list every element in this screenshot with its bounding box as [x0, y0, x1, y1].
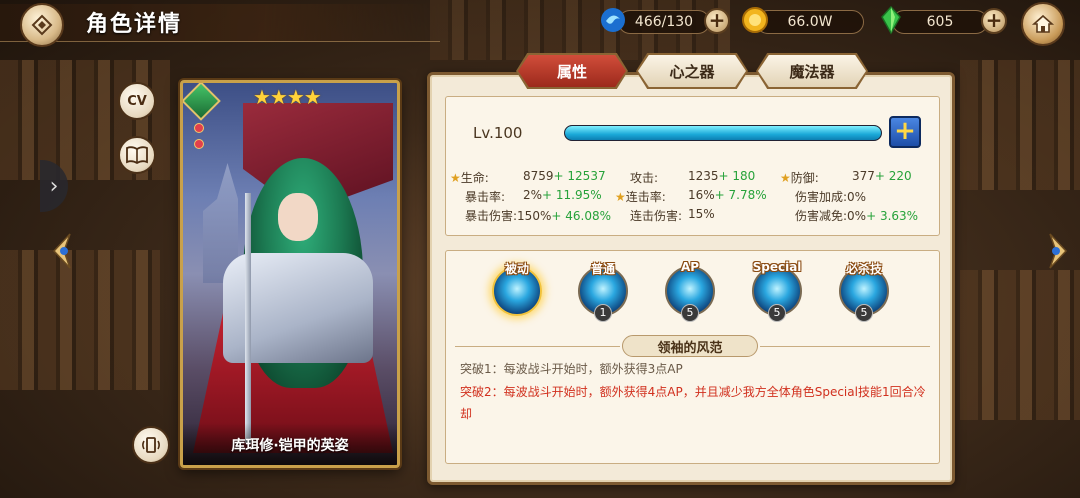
- skill-label: 必杀技: [845, 262, 882, 276]
- star-icon: ★: [450, 171, 461, 185]
- cv-label: CV: [127, 93, 147, 109]
- tab-heart-artifact[interactable]: 心之器: [638, 55, 746, 87]
- skill-level-badge: 5: [855, 304, 873, 322]
- character-card[interactable]: ★★★★ 库珥修·铠甲的英姿: [180, 80, 400, 468]
- add-gem-button[interactable]: +: [981, 8, 1007, 34]
- stat-combo: ★连击率:: [615, 190, 666, 204]
- home-button[interactable]: [1021, 2, 1065, 46]
- skill-level-badge: 5: [768, 304, 786, 322]
- diamond-back-icon: [31, 14, 53, 36]
- skill-name: 领袖的风范: [622, 335, 758, 357]
- stat-crit-damage: 暴击伤害:150%+ 46.08%: [465, 209, 611, 223]
- top-bar: 角色详情 466/130 + 66.0W 605 +: [0, 0, 1080, 48]
- stat-damage-reduction: 伤害减免:0%+ 3.63%: [795, 209, 919, 223]
- skill-special[interactable]: Special 5: [752, 260, 806, 322]
- skill-ultimate[interactable]: 必杀技 5: [839, 262, 893, 322]
- skill-label: Special: [752, 260, 802, 274]
- stat-def-value: 377+ 220: [852, 169, 912, 183]
- stat-crit: 暴击率:: [465, 190, 506, 204]
- house-icon: [1031, 14, 1055, 33]
- gem-counter: 605: [892, 10, 988, 34]
- skill-label: 普通: [590, 262, 615, 276]
- cv-voice-button[interactable]: CV: [118, 82, 156, 120]
- stat-def: ★防御:: [780, 171, 819, 185]
- story-book-button[interactable]: [118, 136, 156, 174]
- rotate-card-button[interactable]: [132, 426, 170, 464]
- green-crystal-icon: [881, 5, 901, 35]
- stat-combo-damage-value: 15%: [688, 207, 715, 221]
- stamina-counter: 466/130: [618, 10, 710, 34]
- star-icon: ★: [780, 171, 791, 185]
- level-up-button[interactable]: +: [889, 116, 921, 148]
- divider: [455, 346, 620, 347]
- gold-value: 66.0W: [787, 14, 833, 30]
- skill-label: 被动: [504, 262, 529, 276]
- stat-combo-value: 16%+ 7.78%: [688, 188, 767, 202]
- stat-atk: 攻击:: [630, 171, 659, 185]
- add-stamina-button[interactable]: +: [704, 8, 730, 34]
- tab-attributes-label: 属性: [556, 62, 587, 81]
- level-progress-bar: [564, 125, 882, 141]
- stat-crit-value: 2%+ 11.95%: [523, 188, 602, 202]
- level-label: Lv.100: [473, 124, 523, 142]
- rarity-stars: ★★★★: [253, 85, 322, 109]
- skill-normal[interactable]: 普通 1: [578, 262, 632, 322]
- water-drop-icon: [601, 8, 625, 32]
- character-face-art: [278, 193, 318, 241]
- skill-level-badge: 1: [594, 304, 612, 322]
- stat-combo-damage: 连击伤害:: [630, 209, 683, 223]
- background-bookshelf: [960, 270, 1080, 420]
- open-book-icon: [126, 146, 148, 164]
- stat-hp: ★生命:: [450, 171, 489, 185]
- stat-hp-value: 8759+ 12537: [523, 169, 606, 183]
- previous-character-arrow[interactable]: [48, 232, 78, 270]
- character-name: 库珥修·铠甲的英姿: [231, 438, 349, 454]
- tab-heart-artifact-label: 心之器: [669, 62, 715, 81]
- background-bookshelf: [960, 60, 1080, 190]
- sword-art: [245, 193, 251, 443]
- skill-label: AP: [680, 260, 700, 274]
- background-bookshelf: [0, 250, 160, 390]
- break2-description: 突破2：每波战斗开始时，额外获得4点AP，并且减少我方全体角色Special技能…: [460, 385, 926, 421]
- element-badge-icon: [183, 83, 221, 121]
- stat-atk-value: 1235+ 180: [688, 169, 756, 183]
- title-band: [0, 4, 440, 42]
- tab-attributes[interactable]: 属性: [518, 55, 626, 87]
- gem-value: 605: [926, 14, 954, 30]
- tab-magic-artifact[interactable]: 魔法器: [758, 55, 866, 87]
- next-character-arrow[interactable]: [1042, 232, 1072, 270]
- divider: [760, 346, 930, 347]
- star-icon: ★: [615, 190, 626, 204]
- break1-description: 突破1：每波战斗开始时，额外获得3点AP: [460, 362, 683, 376]
- tab-magic-artifact-label: 魔法器: [789, 62, 835, 81]
- gem-slot-icon: [194, 123, 204, 133]
- level-progress-fill: [565, 126, 881, 140]
- skill-passive[interactable]: 被动: [492, 262, 546, 320]
- gold-coin-icon: [742, 7, 768, 33]
- page-title: 角色详情: [86, 12, 183, 37]
- skill-ap[interactable]: AP 5: [665, 260, 719, 322]
- gem-slot-icon: [194, 139, 204, 149]
- back-button[interactable]: [20, 3, 64, 47]
- rotate-card-icon: [142, 437, 160, 453]
- chevron-right-icon: ›: [49, 173, 59, 199]
- gold-counter: 66.0W: [756, 10, 864, 34]
- skill-level-badge: 5: [681, 304, 699, 322]
- stat-damage-bonus: 伤害加成:0%: [795, 190, 867, 204]
- stamina-value: 466/130: [634, 14, 694, 30]
